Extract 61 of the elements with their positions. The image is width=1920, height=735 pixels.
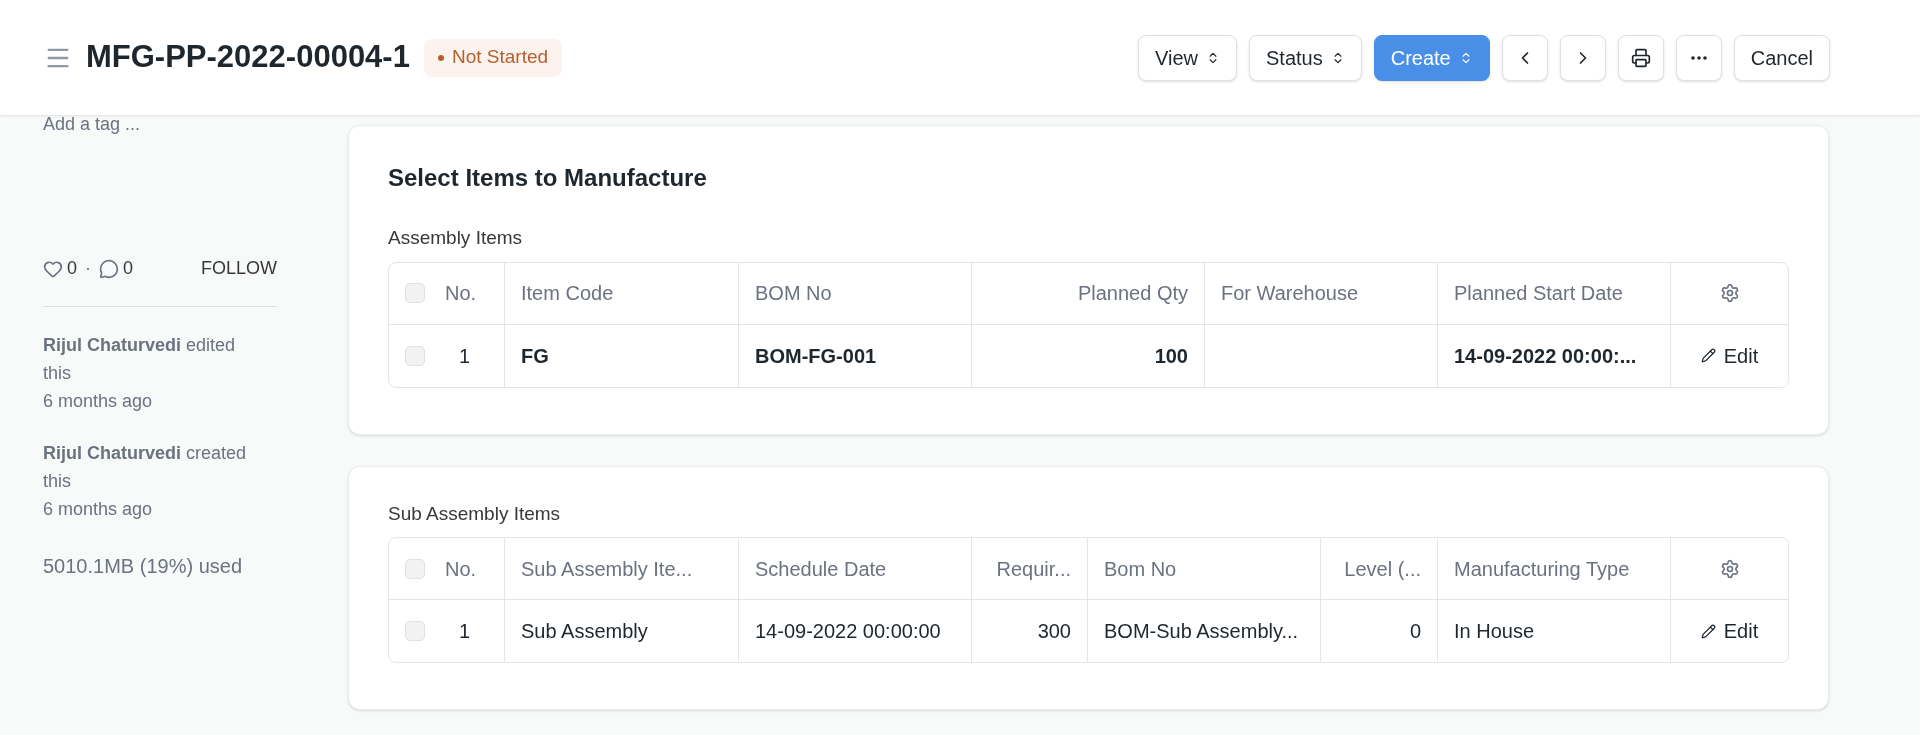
table-cell-text: 0 (1409, 619, 1421, 644)
printer-icon (1630, 47, 1651, 68)
tag-field[interactable]: Add a tag ... (43, 111, 348, 135)
table-cell-text: 300 (1037, 619, 1071, 644)
separator-dot: · (85, 257, 91, 280)
column-header: Sub Assembly Ite... (521, 556, 693, 582)
settings-icon[interactable] (1719, 558, 1740, 579)
dropdown-button[interactable]: View (1138, 34, 1237, 81)
chevron-right-button[interactable] (1559, 34, 1606, 81)
column-header: Planned Qty (1077, 281, 1188, 306)
column-header: BOM No (755, 281, 832, 306)
row-number: 1 (459, 619, 471, 644)
like-count: 0 (67, 257, 77, 280)
printer-button[interactable] (1617, 34, 1664, 81)
table-cell-text: BOM-FG-001 (755, 343, 877, 369)
comment-count: 0 (123, 257, 134, 280)
column-header: No. (445, 556, 477, 582)
section-title: Select Items to Manufacture (388, 163, 708, 193)
column-header: Manufacturing Type (1454, 556, 1630, 582)
activity-time: 6 months ago (43, 498, 154, 521)
page-title: MFG-PP-2022-00004-1 (86, 38, 410, 77)
table-cell-text: In House (1454, 619, 1535, 644)
edit-button[interactable]: Edit (1700, 616, 1759, 646)
table-label: Assembly Items (388, 226, 524, 250)
more-button[interactable] (1675, 34, 1722, 81)
edit-button[interactable]: Edit (1700, 340, 1759, 371)
column-header: Planned Start Date (1454, 281, 1623, 306)
storage-usage: 5010.1MB (19%) used (43, 554, 243, 579)
pencil-icon (1700, 623, 1716, 639)
checkbox[interactable] (405, 345, 425, 366)
table-label: Sub Assembly Items (388, 501, 562, 526)
table-cell-text: 14-09-2022 00:00:00 (755, 619, 941, 644)
column-header: No. (445, 281, 477, 306)
follow-link[interactable]: FOLLOW (201, 255, 277, 282)
table-cell-text: FG (521, 343, 549, 369)
cancel-button[interactable]: Cancel (1733, 34, 1830, 81)
checkbox[interactable] (405, 283, 425, 303)
column-header: Bom No (1104, 556, 1177, 582)
column-header: Level (... (1344, 556, 1421, 582)
dropdown-button[interactable]: Status (1249, 34, 1362, 81)
column-header: Schedule Date (755, 556, 887, 582)
row-number: 1 (459, 343, 471, 369)
table-cell-text: BOM-Sub Assembly... (1104, 619, 1299, 644)
heart-icon[interactable] (43, 258, 63, 279)
checkbox[interactable] (405, 621, 425, 641)
column-header: Requir... (996, 556, 1071, 582)
column-header: For Warehouse (1221, 281, 1359, 306)
pencil-icon (1700, 348, 1716, 363)
activity-time: 6 months ago (43, 390, 154, 413)
activity-text: Rijul Chaturvedi created this (43, 442, 248, 493)
table-cell-text: Sub Assembly (521, 619, 648, 644)
chevron-left-button[interactable] (1501, 34, 1548, 81)
table-cell-text: 100 (1154, 343, 1188, 369)
status-badge: Not Started (423, 38, 563, 77)
settings-icon[interactable] (1719, 283, 1740, 303)
comment-icon[interactable] (99, 258, 119, 279)
table-cell-text: 14-09-2022 00:00:... (1454, 343, 1637, 369)
activity-text: Rijul Chaturvedi edited this (43, 334, 237, 385)
checkbox[interactable] (405, 558, 425, 579)
more-icon (1690, 55, 1707, 60)
column-header: Item Code (521, 281, 614, 306)
